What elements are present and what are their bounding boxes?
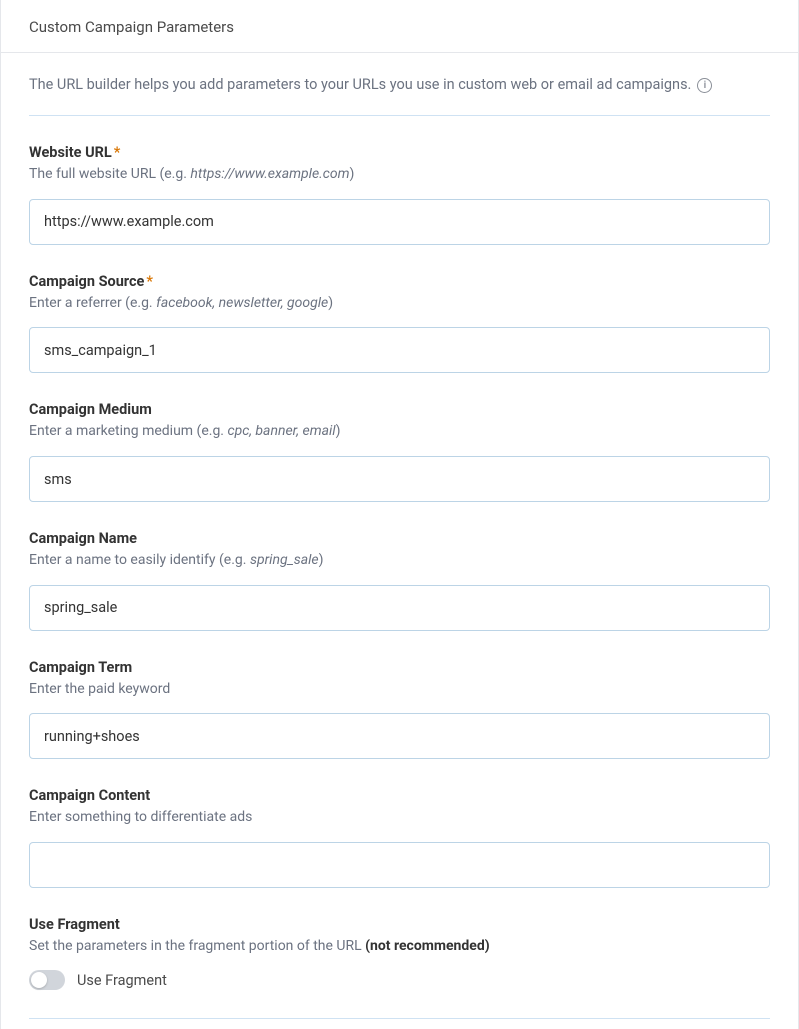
campaign-source-input[interactable] bbox=[29, 327, 770, 373]
use-fragment-hint: Set the parameters in the fragment porti… bbox=[29, 937, 770, 957]
campaign-term-hint: Enter the paid keyword bbox=[29, 680, 770, 700]
campaign-content-label: Campaign Content bbox=[29, 787, 770, 804]
panel-body: The URL builder helps you add parameters… bbox=[1, 53, 798, 1029]
campaign-source-label: Campaign Source* bbox=[29, 273, 770, 290]
info-icon[interactable]: i bbox=[697, 78, 712, 93]
panel-header: Custom Campaign Parameters bbox=[1, 0, 798, 53]
campaign-name-hint: Enter a name to easily identify (e.g. sp… bbox=[29, 551, 770, 571]
use-fragment-toggle-row: Use Fragment bbox=[29, 970, 770, 990]
campaign-name-input[interactable] bbox=[29, 585, 770, 631]
campaign-source-group: Campaign Source* Enter a referrer (e.g. … bbox=[29, 273, 770, 374]
bottom-divider bbox=[29, 1018, 770, 1019]
website-url-input[interactable] bbox=[29, 199, 770, 245]
campaign-medium-label: Campaign Medium bbox=[29, 401, 770, 418]
required-mark: * bbox=[114, 144, 121, 161]
website-url-label: Website URL* bbox=[29, 144, 770, 161]
website-url-group: Website URL* The full website URL (e.g. … bbox=[29, 144, 770, 245]
campaign-parameters-panel: Custom Campaign Parameters The URL build… bbox=[0, 0, 799, 1029]
intro-row: The URL builder helps you add parameters… bbox=[29, 75, 770, 116]
campaign-medium-hint: Enter a marketing medium (e.g. cpc, bann… bbox=[29, 422, 770, 442]
campaign-name-group: Campaign Name Enter a name to easily ide… bbox=[29, 530, 770, 631]
campaign-term-group: Campaign Term Enter the paid keyword bbox=[29, 659, 770, 760]
use-fragment-toggle-label: Use Fragment bbox=[77, 972, 167, 989]
campaign-medium-group: Campaign Medium Enter a marketing medium… bbox=[29, 401, 770, 502]
use-fragment-group: Use Fragment Set the parameters in the f… bbox=[29, 916, 770, 991]
campaign-name-label: Campaign Name bbox=[29, 530, 770, 547]
panel-title: Custom Campaign Parameters bbox=[29, 18, 770, 36]
campaign-term-label: Campaign Term bbox=[29, 659, 770, 676]
campaign-medium-input[interactable] bbox=[29, 456, 770, 502]
website-url-hint: The full website URL (e.g. https://www.e… bbox=[29, 165, 770, 185]
campaign-content-input[interactable] bbox=[29, 842, 770, 888]
campaign-term-input[interactable] bbox=[29, 713, 770, 759]
campaign-source-hint: Enter a referrer (e.g. facebook, newslet… bbox=[29, 294, 770, 314]
use-fragment-label: Use Fragment bbox=[29, 916, 770, 933]
required-mark: * bbox=[146, 273, 153, 290]
campaign-content-group: Campaign Content Enter something to diff… bbox=[29, 787, 770, 888]
use-fragment-toggle[interactable] bbox=[29, 970, 65, 990]
campaign-content-hint: Enter something to differentiate ads bbox=[29, 808, 770, 828]
toggle-knob bbox=[31, 972, 47, 988]
intro-text: The URL builder helps you add parameters… bbox=[29, 75, 691, 95]
